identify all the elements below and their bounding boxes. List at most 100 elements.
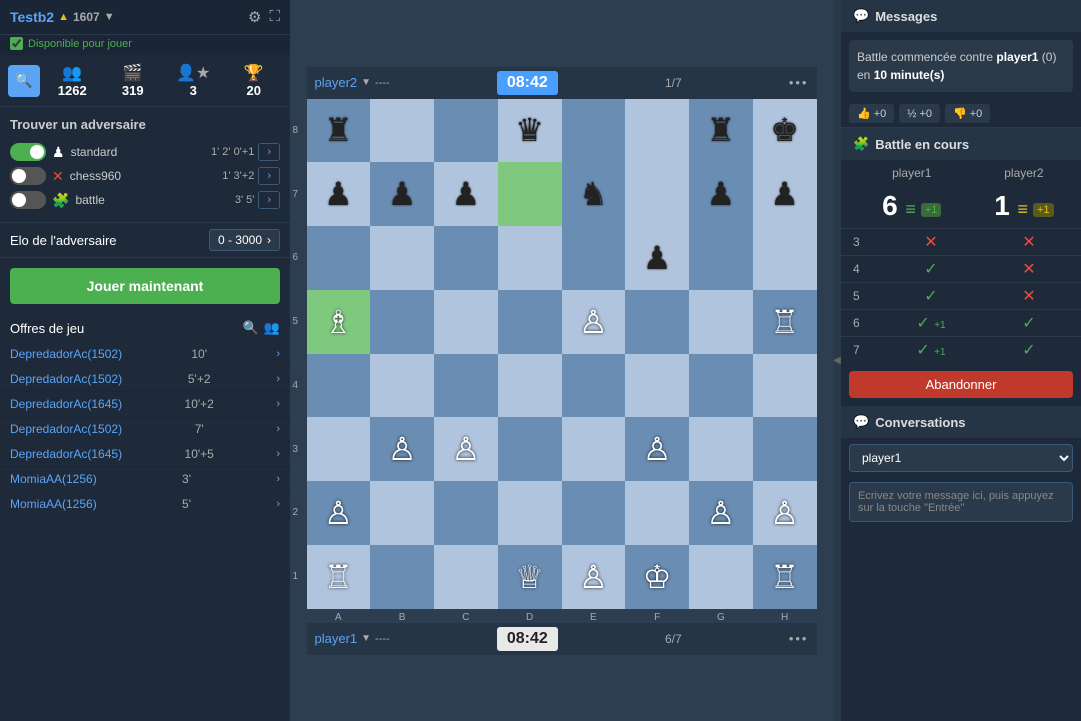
offer-item[interactable]: DepredadorAc(1645) 10'+2 › [0, 392, 290, 417]
cell-d4[interactable] [498, 354, 562, 418]
stat-rapid[interactable]: 🎬 319 [105, 61, 162, 100]
mode-standard: ♟ standard 1' 2' 0'+1 › [10, 140, 280, 164]
cell-h4[interactable] [753, 354, 817, 418]
available-checkbox[interactable] [10, 37, 23, 50]
cell-c4[interactable] [434, 354, 498, 418]
cell-f4[interactable] [625, 354, 689, 418]
cell-d1[interactable]: ♕ [498, 545, 562, 609]
cell-d6[interactable] [498, 226, 562, 290]
cell-g6[interactable] [689, 226, 753, 290]
cell-a3[interactable] [307, 417, 371, 481]
offers-search-icon[interactable]: 🔍 [243, 320, 259, 336]
cell-g2[interactable]: ♙ [689, 481, 753, 545]
cell-h5[interactable]: ♖ [753, 290, 817, 354]
standard-toggle[interactable] [10, 143, 46, 161]
offer-item[interactable]: DepredadorAc(1502) 10' › [0, 342, 290, 367]
offer-item[interactable]: DepredadorAc(1502) 7' › [0, 417, 290, 442]
cell-e4[interactable] [562, 354, 626, 418]
chess960-toggle[interactable] [10, 167, 46, 185]
cell-c1[interactable] [434, 545, 498, 609]
cell-f3[interactable]: ♙ [625, 417, 689, 481]
battle-toggle[interactable] [10, 191, 46, 209]
cell-e2[interactable] [562, 481, 626, 545]
cell-f1[interactable]: ♔ [625, 545, 689, 609]
cell-e8[interactable] [562, 99, 626, 163]
cell-c5[interactable] [434, 290, 498, 354]
cell-b3[interactable]: ♙ [370, 417, 434, 481]
cell-a2[interactable]: ♙ [307, 481, 371, 545]
top-player-bar: player2 ▼ ---- 08:42 1/7 ••• [307, 67, 817, 99]
cell-b6[interactable] [370, 226, 434, 290]
cell-g8[interactable]: ♜ [689, 99, 753, 163]
cell-g3[interactable] [689, 417, 753, 481]
offer-item[interactable]: MomiaAA(1256) 5' › [0, 492, 290, 517]
cell-b2[interactable] [370, 481, 434, 545]
cell-h3[interactable] [753, 417, 817, 481]
cell-c8[interactable] [434, 99, 498, 163]
battle-configure-button[interactable]: › [258, 191, 280, 209]
thumbs-up-button[interactable]: 👍 +0 [849, 104, 894, 123]
cell-b8[interactable] [370, 99, 434, 163]
bottom-more-button[interactable]: ••• [789, 631, 809, 646]
collapse-handle[interactable]: ◀ [833, 0, 841, 721]
elo-selector[interactable]: 0 - 3000 › [209, 229, 280, 251]
conversations-player-select[interactable]: player1 [849, 444, 1073, 472]
cell-f5[interactable] [625, 290, 689, 354]
cell-f6[interactable]: ♟ [625, 226, 689, 290]
cell-b4[interactable] [370, 354, 434, 418]
cell-a4[interactable] [307, 354, 371, 418]
cell-d8[interactable]: ♛ [498, 99, 562, 163]
offer-item[interactable]: DepredadorAc(1502) 5'+2 › [0, 367, 290, 392]
cell-f7[interactable] [625, 162, 689, 226]
chess960-configure-button[interactable]: › [258, 167, 280, 185]
cell-a8[interactable]: ♜ [307, 99, 371, 163]
cell-a6[interactable] [307, 226, 371, 290]
cell-e6[interactable] [562, 226, 626, 290]
half-button[interactable]: ½ +0 [899, 104, 940, 123]
cell-a7[interactable]: ♟ [307, 162, 371, 226]
cell-a1[interactable]: ♖ [307, 545, 371, 609]
abandon-button[interactable]: Abandonner [849, 371, 1073, 398]
cell-d7[interactable] [498, 162, 562, 226]
cell-g4[interactable] [689, 354, 753, 418]
expand-icon[interactable]: ⛶ [269, 8, 280, 26]
username[interactable]: Testb2 ▲ 1607 ▼ [10, 9, 115, 25]
stat-tournament[interactable]: 🏆 20 [226, 61, 283, 100]
cell-c3[interactable]: ♙ [434, 417, 498, 481]
cell-f8[interactable] [625, 99, 689, 163]
cell-e7[interactable]: ♞ [562, 162, 626, 226]
cell-f2[interactable] [625, 481, 689, 545]
cell-d5[interactable] [498, 290, 562, 354]
cell-d2[interactable] [498, 481, 562, 545]
play-button[interactable]: Jouer maintenant [10, 268, 280, 304]
cell-h8[interactable]: ♚ [753, 99, 817, 163]
cell-h6[interactable] [753, 226, 817, 290]
offer-item[interactable]: MomiaAA(1256) 3' › [0, 467, 290, 492]
cell-c6[interactable] [434, 226, 498, 290]
stat-correspondence[interactable]: 👤★ 3 [165, 61, 222, 100]
search-button[interactable]: 🔍 [8, 65, 40, 97]
cell-b5[interactable] [370, 290, 434, 354]
cell-h2[interactable]: ♙ [753, 481, 817, 545]
cell-h7[interactable]: ♟ [753, 162, 817, 226]
cell-b1[interactable] [370, 545, 434, 609]
cell-c2[interactable] [434, 481, 498, 545]
thumbs-down-button[interactable]: 👎 +0 [945, 104, 990, 123]
cell-g1[interactable] [689, 545, 753, 609]
standard-configure-button[interactable]: › [258, 143, 280, 161]
cell-b7[interactable]: ♟ [370, 162, 434, 226]
offer-item[interactable]: DepredadorAc(1645) 10'+5 › [0, 442, 290, 467]
offers-users-icon[interactable]: 👥 [264, 320, 280, 336]
settings-icon[interactable]: ⚙ [248, 8, 261, 26]
cell-d3[interactable] [498, 417, 562, 481]
cell-a5[interactable]: ♗ [307, 290, 371, 354]
cell-h1[interactable]: ♖ [753, 545, 817, 609]
cell-e1[interactable]: ♙ [562, 545, 626, 609]
stat-blitz[interactable]: 👥 1262 [44, 61, 101, 100]
cell-g7[interactable]: ♟ [689, 162, 753, 226]
top-more-button[interactable]: ••• [789, 75, 809, 90]
cell-e5[interactable]: ♙ [562, 290, 626, 354]
cell-e3[interactable] [562, 417, 626, 481]
cell-g5[interactable] [689, 290, 753, 354]
cell-c7[interactable]: ♟ [434, 162, 498, 226]
